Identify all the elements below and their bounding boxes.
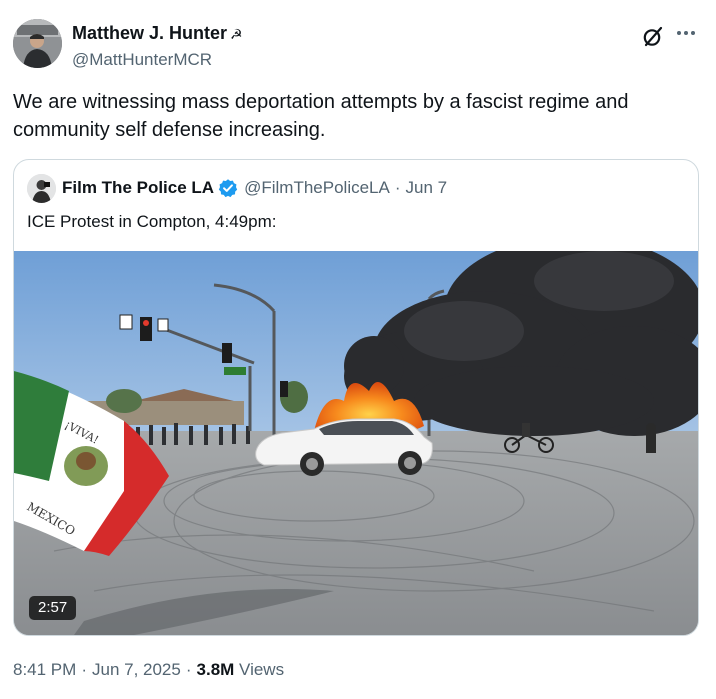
video-duration-badge: 2:57 bbox=[29, 596, 77, 620]
views-count: 3.8M bbox=[196, 660, 235, 679]
quoted-display-name[interactable]: Film The Police LA bbox=[62, 178, 214, 198]
tweet-meta: 8:41 PM · Jun 7, 2025 · 3.8M Views bbox=[13, 659, 284, 681]
tweet-text: We are witnessing mass deportation attem… bbox=[13, 91, 629, 141]
views-label: Views bbox=[239, 660, 285, 679]
more-options-icon[interactable] bbox=[673, 21, 699, 45]
hammer-sickle-emoji: ☭ bbox=[230, 27, 243, 43]
author-avatar[interactable] bbox=[13, 19, 62, 68]
video-player[interactable]: ¡VIVA! MEXICO 2:57 bbox=[14, 251, 698, 635]
video-thumbnail: ¡VIVA! MEXICO bbox=[14, 251, 698, 635]
author-display-name[interactable]: Matthew J. Hunter ☭ bbox=[72, 22, 243, 46]
meta-separator: · bbox=[81, 660, 87, 679]
tweet-header: Matthew J. Hunter ☭ @MattHunterMCR bbox=[13, 19, 703, 71]
quoted-tweet-header: Film The Police LA @FilmThePoliceLA · Ju… bbox=[27, 173, 447, 203]
quoted-date[interactable]: Jun 7 bbox=[406, 178, 448, 198]
verified-badge-icon bbox=[218, 178, 238, 198]
quoted-tweet[interactable]: Film The Police LA @FilmThePoliceLA · Ju… bbox=[13, 159, 699, 636]
quoted-handle[interactable]: @FilmThePoliceLA bbox=[244, 178, 390, 198]
tweet-date[interactable]: Jun 7, 2025 bbox=[92, 660, 181, 679]
quoted-author-avatar[interactable] bbox=[27, 173, 56, 203]
meta-separator: · bbox=[185, 660, 192, 679]
author-info: Matthew J. Hunter ☭ @MattHunterMCR bbox=[72, 22, 243, 71]
grok-icon[interactable] bbox=[641, 25, 665, 49]
tweet-time[interactable]: 8:41 PM bbox=[13, 660, 76, 679]
quoted-separator: · bbox=[394, 178, 401, 197]
author-handle[interactable]: @MattHunterMCR bbox=[72, 49, 243, 71]
quoted-tweet-text: ICE Protest in Compton, 4:49pm: bbox=[27, 212, 277, 231]
